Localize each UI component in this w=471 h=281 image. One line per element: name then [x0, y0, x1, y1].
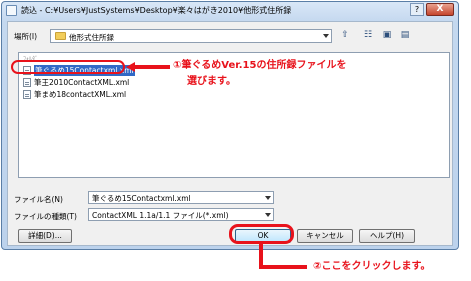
- annotation-note-1-line-2: 選びます。: [187, 76, 236, 87]
- file-name: 筆王2010ContactXML.xml: [34, 78, 130, 87]
- location-value: 他形式住所録: [69, 33, 114, 42]
- folder-icon: [55, 32, 66, 40]
- xml-file-icon: [23, 78, 31, 87]
- dialog-client: 場所(I) 他形式住所録 ⇧ ☷ ▣ ▤ ﾌｫﾙﾀﾞ 筆ぐるめ15Contact…: [7, 21, 453, 246]
- filename-input[interactable]: 筆ぐるめ15Contactxml.xml: [88, 191, 274, 204]
- filename-value: 筆ぐるめ15Contactxml.xml: [92, 194, 191, 203]
- location-label: 場所(I): [14, 32, 38, 41]
- filetype-label: ファイルの種類(T): [14, 212, 77, 221]
- details-button[interactable]: 詳細(D)...: [18, 229, 72, 243]
- file-name: 筆まめ18contactXML.xml: [34, 90, 127, 99]
- view-menu-icon[interactable]: ☷: [362, 30, 374, 41]
- selection-highlight-ring: [11, 60, 125, 74]
- ok-highlight-ring: [229, 224, 294, 244]
- location-combo[interactable]: 他形式住所録: [50, 29, 332, 43]
- help-button[interactable]: ヘルプ(H): [359, 229, 415, 243]
- details-icon[interactable]: ▤: [399, 30, 411, 41]
- xml-file-icon: [23, 90, 31, 99]
- chevron-down-icon[interactable]: [323, 34, 329, 38]
- cancel-button[interactable]: キャンセル: [297, 229, 353, 243]
- close-button[interactable]: X: [426, 3, 454, 16]
- annotation-arrow-1-line: [134, 65, 170, 69]
- chevron-down-icon[interactable]: [265, 213, 271, 217]
- annotation-note-2: ②ここをクリックします。: [313, 261, 431, 272]
- filetype-value: ContactXML 1.1a/1.1 ファイル(*.xml): [92, 211, 229, 220]
- annotation-arrow-2-line: [259, 265, 307, 269]
- filename-label: ファイル名(N): [14, 195, 63, 204]
- up-folder-icon[interactable]: ⇧: [339, 30, 351, 41]
- chevron-down-icon[interactable]: [265, 196, 271, 200]
- title-bar: 読込 - C:¥Users¥JustSystems¥Desktop¥楽々はがき2…: [2, 2, 458, 19]
- open-dialog: 読込 - C:¥Users¥JustSystems¥Desktop¥楽々はがき2…: [1, 1, 459, 250]
- help-title-button[interactable]: ?: [410, 3, 424, 16]
- new-folder-icon[interactable]: ▣: [381, 30, 393, 41]
- window-title: 読込 - C:¥Users¥JustSystems¥Desktop¥楽々はがき2…: [21, 6, 292, 15]
- app-icon: [6, 5, 17, 16]
- annotation-note-1-line-1: ①筆ぐるめVer.15の住所録ファイルを: [173, 60, 347, 71]
- filetype-select[interactable]: ContactXML 1.1a/1.1 ファイル(*.xml): [88, 208, 274, 221]
